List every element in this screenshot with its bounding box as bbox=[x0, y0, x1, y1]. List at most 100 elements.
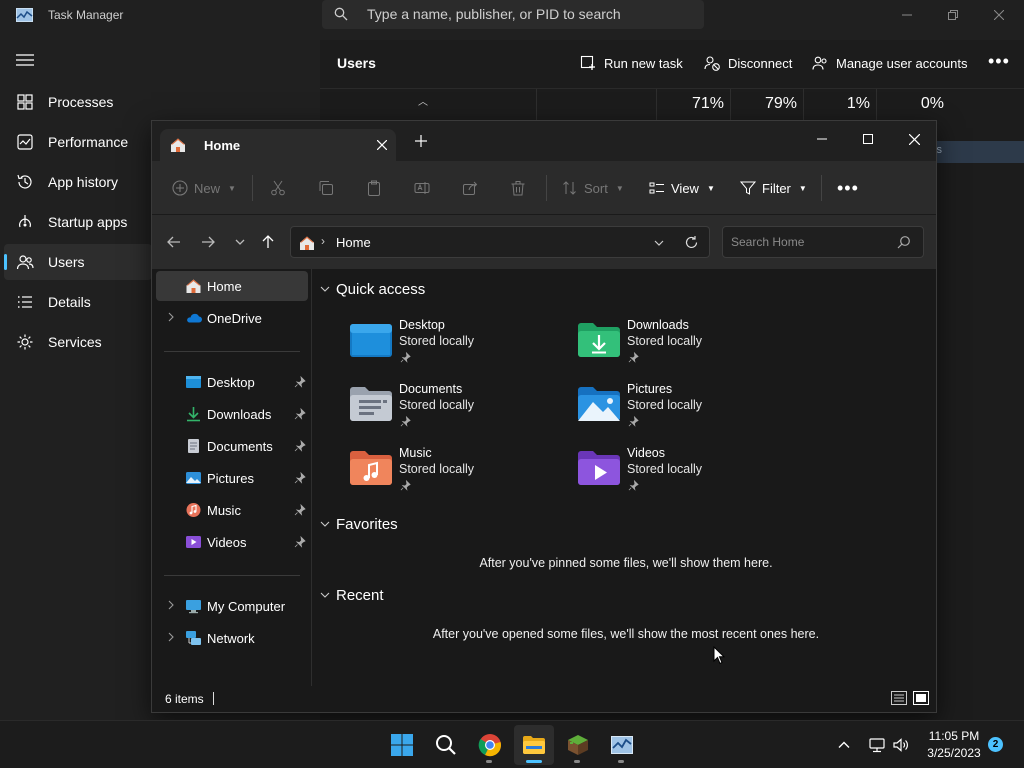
cut-button[interactable] bbox=[270, 175, 286, 201]
paste-button[interactable] bbox=[366, 175, 382, 201]
item-location: Stored locally bbox=[627, 398, 703, 412]
run-new-task-label: Run new task bbox=[604, 55, 683, 71]
tiles-view-icon[interactable] bbox=[913, 691, 929, 705]
close-button[interactable] bbox=[976, 0, 1022, 29]
manage-users-icon bbox=[812, 56, 827, 70]
back-arrow-icon[interactable] bbox=[165, 233, 183, 251]
sort-button[interactable]: Sort ▼ bbox=[562, 175, 624, 201]
nav-pane-item-my-computer[interactable]: My Computer bbox=[156, 591, 308, 621]
nav-item-details[interactable]: Details bbox=[4, 284, 152, 320]
details-view-icon[interactable] bbox=[891, 691, 907, 705]
network-status-icon[interactable] bbox=[868, 736, 886, 754]
forward-arrow-icon[interactable] bbox=[199, 233, 217, 251]
disconnect-button[interactable]: Disconnect bbox=[704, 53, 792, 73]
new-button[interactable]: New ▼ bbox=[172, 175, 236, 201]
expand-chevron-icon[interactable] bbox=[166, 312, 176, 322]
nav-item-processes[interactable]: Processes bbox=[4, 84, 152, 120]
copy-button[interactable] bbox=[318, 175, 334, 201]
favorites-empty-message: After you've pinned some files, we'll sh… bbox=[479, 556, 773, 570]
see-more-button[interactable]: ••• bbox=[837, 175, 859, 201]
nav-item-services[interactable]: Services bbox=[4, 324, 152, 360]
expand-chevron-icon[interactable] bbox=[166, 600, 176, 610]
quick-access-item[interactable]: Documents Stored locally bbox=[349, 378, 569, 440]
taskbar-file-explorer[interactable] bbox=[514, 725, 554, 765]
tab-home[interactable]: Home bbox=[160, 129, 396, 161]
paste-icon bbox=[368, 180, 380, 196]
section-header-recent[interactable]: Recent bbox=[320, 584, 384, 606]
nav-item-users[interactable]: Users bbox=[4, 244, 152, 280]
maximize-button[interactable] bbox=[845, 125, 891, 153]
music-folder-icon bbox=[186, 503, 201, 517]
refresh-icon[interactable] bbox=[684, 235, 699, 250]
volume-icon[interactable] bbox=[892, 736, 910, 754]
nav-pane-item-videos[interactable]: Videos bbox=[156, 527, 308, 557]
quick-access-item[interactable]: Music Stored locally bbox=[349, 442, 569, 504]
pin-icon[interactable] bbox=[294, 504, 306, 516]
more-options-button[interactable]: ••• bbox=[988, 52, 1010, 70]
breadcrumb-home[interactable]: Home bbox=[336, 235, 371, 250]
taskbar-task-manager[interactable] bbox=[602, 725, 642, 765]
quick-access-item[interactable]: Desktop Stored locally bbox=[349, 314, 569, 376]
taskbar-minecraft[interactable] bbox=[558, 725, 598, 765]
manage-user-accounts-button[interactable]: Manage user accounts bbox=[812, 53, 968, 73]
restore-button[interactable] bbox=[930, 0, 976, 29]
nav-pane-item-pictures[interactable]: Pictures bbox=[156, 463, 308, 493]
nav-pane-item-onedrive[interactable]: OneDrive bbox=[156, 303, 308, 333]
minimize-button[interactable] bbox=[884, 0, 930, 29]
file-explorer-icon bbox=[523, 736, 545, 754]
hamburger-menu-icon[interactable] bbox=[16, 54, 34, 66]
nav-item-app-history[interactable]: App history bbox=[4, 164, 152, 200]
taskbar-search-button[interactable] bbox=[426, 725, 466, 765]
quick-access-item[interactable]: Videos Stored locally bbox=[577, 442, 797, 504]
breadcrumb-separator-icon[interactable]: › bbox=[321, 234, 325, 248]
view-button[interactable]: View ▼ bbox=[649, 175, 715, 201]
delete-button[interactable] bbox=[510, 175, 526, 201]
show-hidden-icons-chevron-icon[interactable] bbox=[836, 737, 852, 753]
section-header-favorites[interactable]: Favorites bbox=[320, 513, 398, 535]
nav-pane-item-network[interactable]: Network bbox=[156, 623, 308, 653]
nav-pane-item-documents[interactable]: Documents bbox=[156, 431, 308, 461]
nav-item-performance[interactable]: Performance bbox=[4, 124, 152, 160]
pin-icon[interactable] bbox=[294, 408, 306, 420]
start-button[interactable] bbox=[382, 725, 422, 765]
notification-badge[interactable]: 2 bbox=[988, 737, 1003, 752]
new-tab-button[interactable] bbox=[415, 133, 427, 149]
documents-folder-icon bbox=[350, 387, 392, 421]
recent-locations-chevron-icon[interactable] bbox=[231, 233, 249, 251]
address-bar[interactable]: › Home bbox=[290, 226, 710, 258]
share-button[interactable] bbox=[462, 175, 478, 201]
section-title: Recent bbox=[336, 586, 384, 604]
nav-pane-item-music[interactable]: Music bbox=[156, 495, 308, 525]
pin-icon[interactable] bbox=[294, 376, 306, 388]
pin-icon[interactable] bbox=[294, 472, 306, 484]
clock-time[interactable]: 11:05 PM bbox=[920, 729, 988, 743]
minimize-button[interactable] bbox=[799, 125, 845, 153]
close-button[interactable] bbox=[891, 125, 936, 153]
pin-icon[interactable] bbox=[294, 440, 306, 452]
sort-chevron-icon[interactable]: ︿ bbox=[418, 93, 428, 108]
task-manager-search-input[interactable]: Type a name, publisher, or PID to search bbox=[322, 0, 704, 29]
pin-icon bbox=[628, 416, 639, 427]
run-new-task-button[interactable]: Run new task bbox=[580, 53, 683, 73]
taskbar-chrome[interactable] bbox=[470, 725, 510, 765]
nav-item-startup-apps[interactable]: Startup apps bbox=[4, 204, 152, 240]
pictures-folder-icon bbox=[186, 472, 201, 484]
search-input[interactable]: Search Home bbox=[722, 226, 924, 258]
pin-icon[interactable] bbox=[294, 536, 306, 548]
sort-label: Sort bbox=[584, 180, 608, 196]
up-arrow-icon[interactable] bbox=[259, 233, 277, 251]
tab-close-button[interactable] bbox=[372, 135, 392, 155]
expand-chevron-icon[interactable] bbox=[166, 632, 176, 642]
nav-pane-item-downloads[interactable]: Downloads bbox=[156, 399, 308, 429]
address-dropdown-chevron-icon[interactable] bbox=[653, 237, 665, 249]
tab-label: Home bbox=[204, 138, 241, 153]
quick-access-item[interactable]: Pictures Stored locally bbox=[577, 378, 797, 440]
clock-date[interactable]: 3/25/2023 bbox=[920, 746, 988, 760]
home-icon bbox=[186, 279, 201, 293]
nav-pane-item-home[interactable]: Home bbox=[156, 271, 308, 301]
nav-pane-item-desktop[interactable]: Desktop bbox=[156, 367, 308, 397]
quick-access-item[interactable]: Downloads Stored locally bbox=[577, 314, 797, 376]
filter-button[interactable]: Filter ▼ bbox=[740, 175, 807, 201]
section-header-quick-access[interactable]: Quick access bbox=[320, 278, 425, 300]
rename-button[interactable] bbox=[414, 175, 430, 201]
